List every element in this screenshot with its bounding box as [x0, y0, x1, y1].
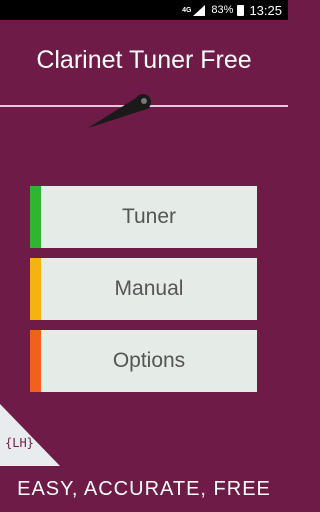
tuner-button-label: Tuner [121, 205, 177, 228]
corner-decoration [0, 404, 60, 466]
app-title: Clarinet Tuner Free [36, 46, 252, 74]
battery-percent: 83% [211, 4, 234, 16]
options-button-label: Options [112, 349, 186, 372]
options-button[interactable]: Options [30, 330, 257, 392]
signal-group: 4G [182, 4, 206, 16]
tuner-button[interactable]: Tuner [30, 186, 257, 248]
tuner-needle-icon [88, 94, 151, 128]
signal-icon [193, 4, 206, 16]
network-type: 4G [182, 6, 192, 14]
battery-icon [237, 4, 245, 16]
clock: 13:25 [249, 2, 282, 18]
slogan-text: EASY, ACCURATE, FREE [17, 477, 271, 500]
slogan-banner: EASY, ACCURATE, FREE [0, 466, 288, 512]
manual-button[interactable]: Manual [30, 258, 257, 320]
developer-logo: {LH} [5, 436, 34, 450]
manual-button-label: Manual [114, 277, 184, 300]
status-bar: 4G 83% 13:25 [0, 0, 288, 20]
